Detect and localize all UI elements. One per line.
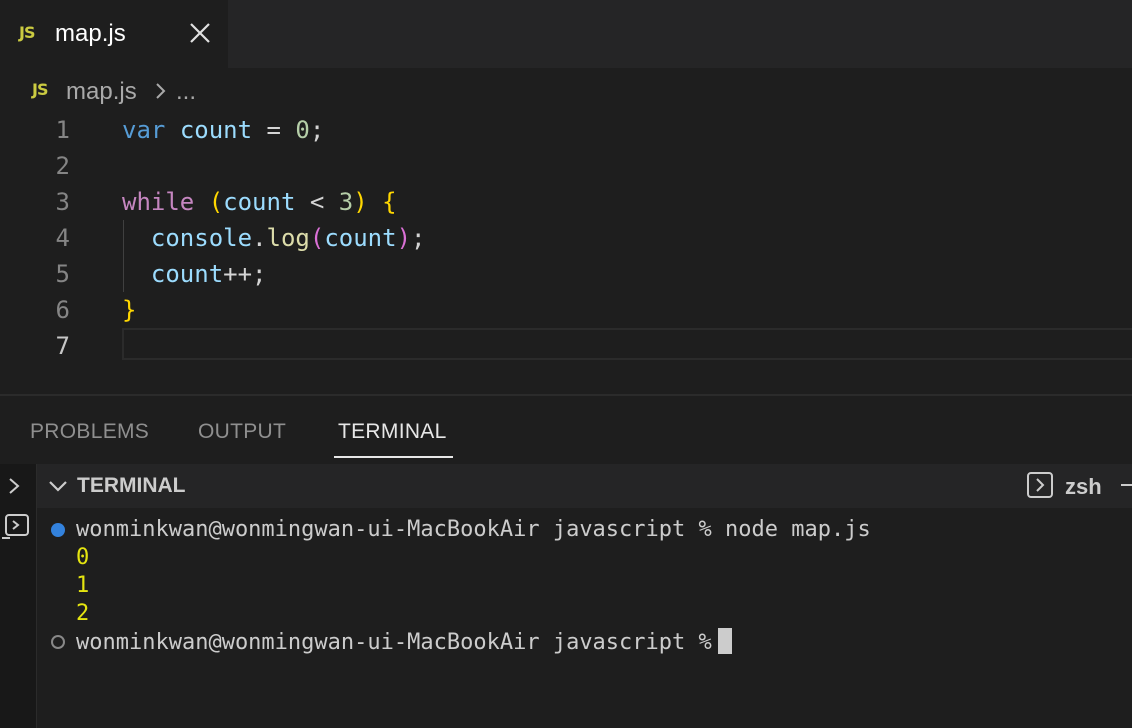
tab-output[interactable]: OUTPUT xyxy=(198,420,286,444)
code-line: 6 } xyxy=(0,292,1132,328)
chevron-down-icon[interactable] xyxy=(47,478,69,499)
code-line: 1 var count = 0; xyxy=(0,112,1132,148)
terminal-section-title[interactable]: TERMINAL xyxy=(77,474,186,498)
terminal-sidebar xyxy=(0,464,37,728)
chevron-right-icon[interactable] xyxy=(6,474,22,503)
terminal-prompt: wonminkwan@wonmingwan-ui-MacBookAir java… xyxy=(76,630,712,655)
code-line: 3 while (count < 3) { xyxy=(0,184,1132,220)
tab-map-js[interactable]: JS map.js xyxy=(0,0,228,68)
close-icon[interactable] xyxy=(186,18,214,48)
line-number: 5 xyxy=(55,260,70,288)
code-line: 5 count++; xyxy=(0,256,1132,292)
terminal-prompt-line[interactable]: wonminkwan@wonmingwan-ui-MacBookAir java… xyxy=(76,628,732,656)
line-number: 2 xyxy=(55,152,70,180)
code-text: var count = 0; xyxy=(122,116,325,144)
terminal-command-line: wonminkwan@wonmingwan-ui-MacBookAir java… xyxy=(76,517,871,542)
line-number: 3 xyxy=(55,188,70,216)
bottom-panel: PROBLEMS OUTPUT TERMINAL xyxy=(0,394,1132,728)
chevron-right-icon xyxy=(154,80,168,102)
breadcrumb: JS map.js ... xyxy=(0,68,1132,112)
terminal-output-line: 2 xyxy=(76,601,90,626)
line-number: 1 xyxy=(55,116,70,144)
active-tab-indicator xyxy=(334,456,453,458)
terminal-output-line: 0 xyxy=(76,545,90,570)
javascript-file-icon: JS xyxy=(32,80,49,99)
code-text: console.log(count); xyxy=(150,224,426,252)
breadcrumb-file[interactable]: map.js xyxy=(66,78,137,106)
terminal-icon[interactable] xyxy=(2,512,30,545)
command-status-empty-dot-icon[interactable] xyxy=(51,635,65,649)
tab-label: map.js xyxy=(55,20,126,47)
shell-name[interactable]: zsh xyxy=(1065,474,1102,500)
code-text: } xyxy=(122,296,137,324)
terminal-output-line: 1 xyxy=(76,573,90,598)
breadcrumb-symbols[interactable]: ... xyxy=(176,78,196,106)
javascript-file-icon: JS xyxy=(19,23,36,42)
line-number: 7 xyxy=(55,332,70,360)
code-text: count++; xyxy=(150,260,267,288)
line-number: 4 xyxy=(55,224,70,252)
code-line: 2 xyxy=(0,148,1132,184)
tab-problems[interactable]: PROBLEMS xyxy=(30,420,149,444)
terminal-cursor xyxy=(717,628,732,654)
terminal-header: TERMINAL zsh xyxy=(37,464,1132,508)
command-status-dot-icon[interactable] xyxy=(51,523,65,537)
line-number: 6 xyxy=(55,296,70,324)
minus-icon[interactable] xyxy=(1121,484,1132,486)
editor-tab-bar: JS map.js xyxy=(0,0,1132,68)
code-editor[interactable]: 1 var count = 0; 2 3 while (count < 3) {… xyxy=(0,112,1132,394)
code-text: while (count < 3) { xyxy=(122,188,397,216)
code-line: 7 xyxy=(0,328,1132,364)
terminal-shell-icon[interactable] xyxy=(1027,472,1053,498)
code-line: 4 console.log(count); xyxy=(0,220,1132,256)
tab-terminal[interactable]: TERMINAL xyxy=(338,420,447,444)
